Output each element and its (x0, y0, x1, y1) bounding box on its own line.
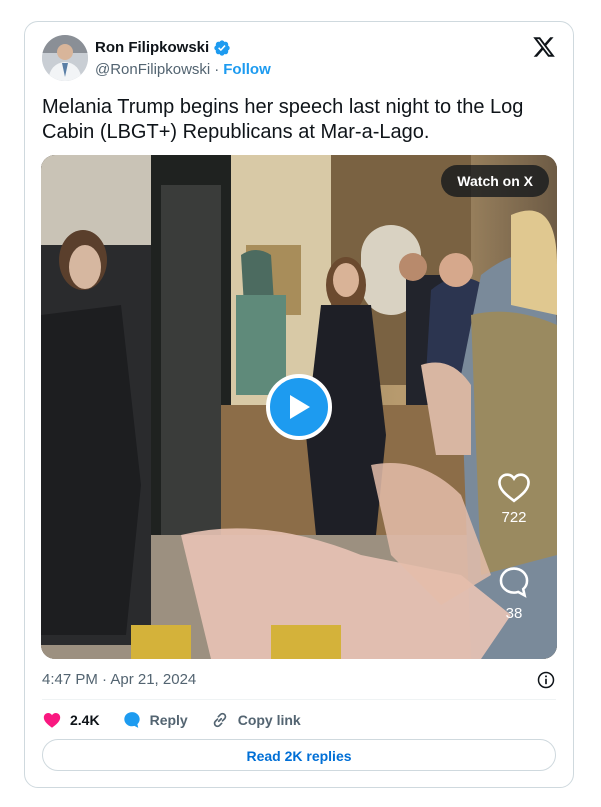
author-handle-row: @RonFilipkowski · Follow (95, 60, 271, 80)
tweet-embed-card: Ron Filipkowski @RonFilipkowski · Follow… (24, 21, 574, 788)
like-count: 2.4K (70, 712, 100, 728)
divider (42, 699, 556, 700)
verified-badge-icon (214, 40, 230, 56)
reply-button[interactable]: Reply (122, 710, 188, 730)
reply-label: Reply (149, 712, 188, 728)
x-logo-icon[interactable] (532, 35, 556, 59)
video-like-count: 722 (501, 509, 527, 526)
author-handle[interactable]: @RonFilipkowski (95, 60, 210, 80)
play-icon (290, 395, 310, 419)
play-button[interactable] (266, 374, 332, 440)
avatar[interactable] (42, 35, 88, 81)
comment-icon (499, 567, 529, 598)
heart-filled-icon (43, 713, 61, 728)
follow-button[interactable]: Follow (223, 60, 271, 80)
video-comment-count: 38 (505, 605, 523, 622)
like-button[interactable]: 2.4K (42, 711, 100, 729)
copy-link-button[interactable]: Copy link (210, 710, 301, 730)
video-like-action[interactable]: 722 (492, 471, 536, 526)
author-name[interactable]: Ron Filipkowski (95, 38, 209, 58)
info-icon[interactable] (536, 670, 556, 690)
video-player[interactable]: Watch on X 722 38 (41, 155, 557, 659)
link-icon (213, 712, 226, 728)
author-name-row: Ron Filipkowski (95, 38, 231, 58)
read-replies-button[interactable]: Read 2K replies (42, 739, 556, 771)
tweet-actions: 2.4K Reply Copy link (42, 708, 323, 732)
copy-link-label: Copy link (237, 712, 301, 728)
timestamp-row: 4:47 PM · Apr 21, 2024 (42, 670, 556, 690)
tweet-timestamp[interactable]: 4:47 PM · Apr 21, 2024 (42, 670, 196, 690)
tweet-text: Melania Trump begins her speech last nig… (42, 96, 524, 143)
reply-bubble-icon (123, 712, 140, 728)
heart-icon (498, 473, 530, 503)
separator-dot: · (214, 61, 220, 78)
watch-on-x-button[interactable]: Watch on X (441, 165, 549, 197)
video-comment-action[interactable]: 38 (492, 565, 536, 622)
